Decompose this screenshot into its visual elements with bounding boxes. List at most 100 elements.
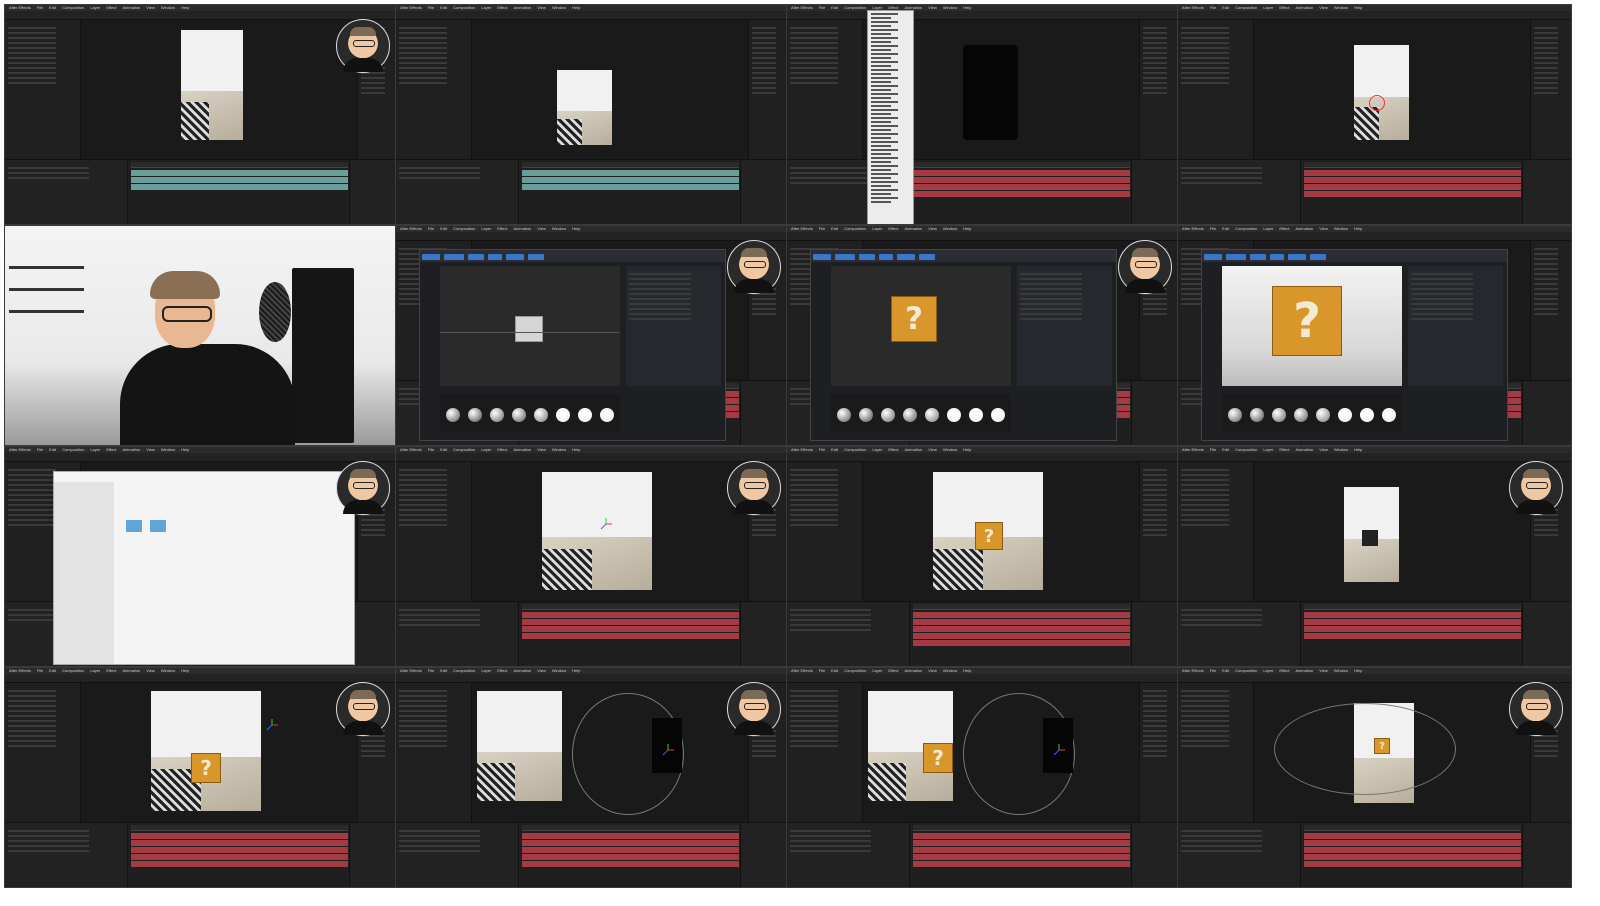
layer-row[interactable] [790,835,872,837]
menu-item-help[interactable]: Help [1354,668,1362,673]
material-sphere-icon[interactable] [881,408,895,422]
menu-item-view[interactable]: View [928,447,937,452]
menu-entry[interactable] [871,17,892,19]
project-item[interactable] [790,725,839,727]
scene-item[interactable] [629,293,692,295]
scene-item[interactable] [629,318,692,320]
menu-item-animation[interactable]: Animation [1295,447,1313,452]
scene-item[interactable] [1411,318,1474,320]
menu-item-view[interactable]: View [537,668,546,673]
scene-item[interactable] [1020,288,1083,290]
layer-row[interactable] [399,172,481,174]
menu-item-after-effects[interactable]: After Effects [1182,668,1204,673]
effect-item[interactable] [752,303,776,305]
footage-layer[interactable] [151,691,261,811]
layer-row[interactable] [790,629,872,631]
layer-row[interactable] [8,845,90,847]
scene-item[interactable] [1411,288,1474,290]
project-item[interactable] [1181,52,1230,54]
menu-entry[interactable] [871,45,898,47]
effect-item[interactable] [1534,750,1558,752]
axis-gizmo-icon[interactable] [662,743,674,756]
tools-toolbar[interactable] [1178,11,1571,20]
scene-item[interactable] [1020,273,1083,275]
layer-row[interactable] [790,845,872,847]
scene-item[interactable] [629,313,692,315]
tools-toolbar[interactable] [5,674,398,683]
menu-item-animation[interactable]: Animation [1295,226,1313,231]
project-item[interactable] [790,67,839,69]
effect-item[interactable] [1143,37,1167,39]
effect-item[interactable] [1534,293,1558,295]
effect-item[interactable] [1534,263,1558,265]
effect-item[interactable] [1143,700,1167,702]
material-sphere-icon[interactable] [859,408,873,422]
project-item[interactable] [399,57,448,59]
material-sphere-icon[interactable] [1382,408,1396,422]
effect-item[interactable] [1534,67,1558,69]
layer-bar[interactable] [1304,840,1521,846]
footage-layer[interactable] [181,30,243,140]
menu-item-view[interactable]: View [537,447,546,452]
effect-item[interactable] [1534,62,1558,64]
effect-item[interactable] [1534,268,1558,270]
effect-item[interactable] [752,42,776,44]
project-item[interactable] [8,37,57,39]
project-item[interactable] [1181,57,1230,59]
menu-item-after-effects[interactable]: After Effects [9,447,31,452]
menu-entry[interactable] [871,37,898,39]
layer-row[interactable] [790,850,872,852]
layer-bar[interactable] [131,177,348,183]
layer-bar[interactable] [913,833,1130,839]
effect-item[interactable] [1143,730,1167,732]
project-item[interactable] [399,730,448,732]
menu-item-after-effects[interactable]: After Effects [400,668,422,673]
layer-bar[interactable] [913,847,1130,853]
effect-item[interactable] [1534,303,1558,305]
menu-item-animation[interactable]: Animation [904,226,922,231]
effect-item[interactable] [1143,514,1167,516]
element3d-toolbar-button[interactable] [897,254,915,260]
effect-item[interactable] [752,308,776,310]
menu-item-animation[interactable]: Animation [513,668,531,673]
effect-item[interactable] [752,37,776,39]
menu-item-effect[interactable]: Effect [106,5,116,10]
element3d-toolbar-button[interactable] [444,254,464,260]
layer-row[interactable] [1181,840,1263,842]
project-item[interactable] [1181,519,1230,521]
effect-item[interactable] [1534,273,1558,275]
menu-item-effect[interactable]: Effect [1279,668,1289,673]
element3d-viewport[interactable]: ? [1222,266,1402,386]
scene-item[interactable] [1411,293,1474,295]
effect-item[interactable] [752,57,776,59]
footage-layer[interactable] [557,70,612,145]
project-item[interactable] [1181,745,1230,747]
project-item[interactable] [790,745,839,747]
project-item[interactable] [8,72,57,74]
material-sphere-icon[interactable] [1228,408,1242,422]
project-item[interactable] [790,57,839,59]
project-item[interactable] [790,474,839,476]
project-item[interactable] [790,32,839,34]
layer-bar[interactable] [522,177,739,183]
effect-item[interactable] [1143,87,1167,89]
project-item[interactable] [790,735,839,737]
menu-item-composition[interactable]: Composition [844,226,866,231]
layer-row[interactable] [399,177,481,179]
menu-entry[interactable] [871,113,892,115]
project-item[interactable] [790,514,839,516]
project-item[interactable] [790,524,839,526]
project-item[interactable] [1181,37,1230,39]
project-item[interactable] [1181,42,1230,44]
composition-viewer[interactable] [472,683,748,823]
project-item[interactable] [399,469,448,471]
menu-item-file[interactable]: File [1210,447,1216,452]
project-item[interactable] [790,504,839,506]
scene-item[interactable] [1020,303,1083,305]
menu-entry[interactable] [871,81,892,83]
effect-item[interactable] [361,750,385,752]
scene-item[interactable] [629,288,692,290]
effect-item[interactable] [752,745,776,747]
project-item[interactable] [8,67,57,69]
menu-item-composition[interactable]: Composition [1235,226,1257,231]
